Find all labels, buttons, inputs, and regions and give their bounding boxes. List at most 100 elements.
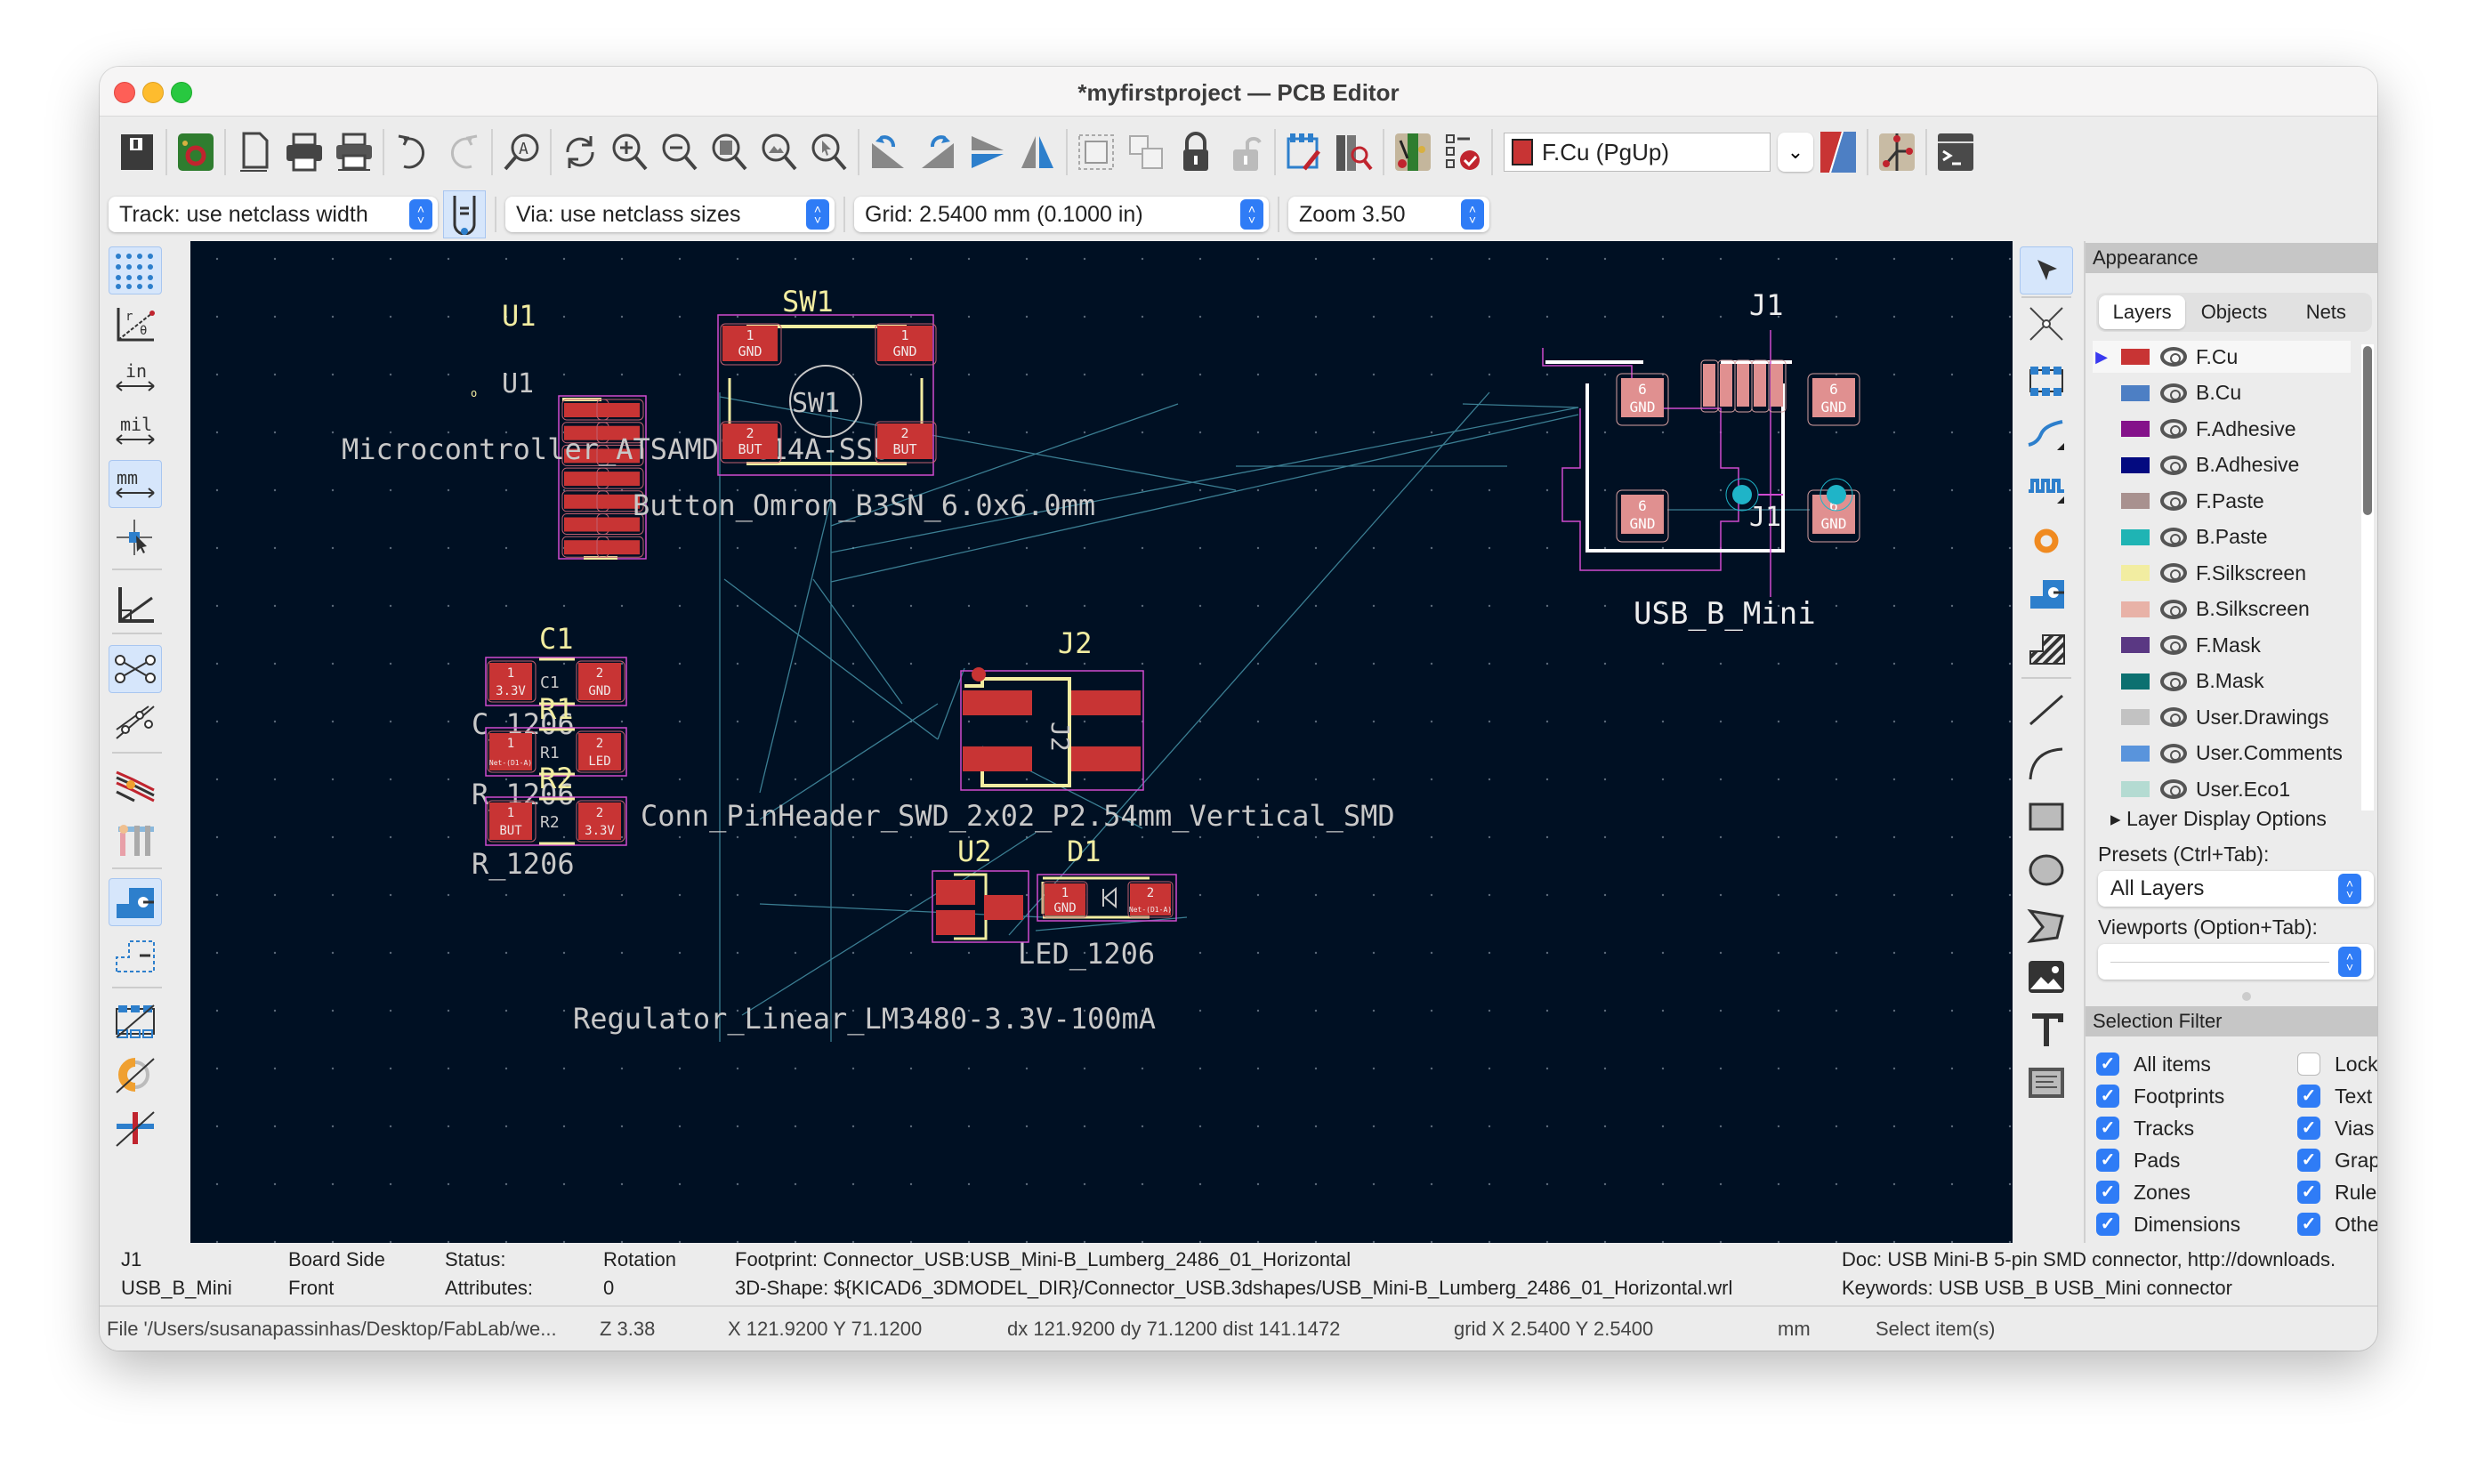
layer-row[interactable]: User.Drawings (2093, 701, 2351, 733)
filter-rule-areas[interactable]: ✓ Rule Areas (2297, 1179, 2377, 1206)
draw-arc-icon[interactable] (2020, 739, 2073, 787)
cursor-crosshair-icon[interactable] (109, 513, 162, 561)
lock-icon[interactable] (1171, 125, 1221, 179)
scripting-icon[interactable] (1872, 125, 1922, 179)
layer-row[interactable]: B.Cu (2093, 377, 2351, 409)
unlock-icon[interactable] (1221, 125, 1271, 179)
splitter-handle[interactable] (2242, 992, 2251, 1001)
layer-pair-icon[interactable] (1813, 125, 1863, 179)
zoom-out-icon[interactable] (655, 125, 705, 179)
eye-icon[interactable] (2160, 419, 2187, 439)
redo-icon[interactable] (438, 125, 488, 179)
grid-toggle-icon[interactable] (109, 246, 162, 294)
layer-color-swatch[interactable] (2121, 528, 2150, 545)
print-icon[interactable] (279, 125, 329, 179)
add-image-icon[interactable] (2020, 953, 2073, 1001)
filter-graphics[interactable]: ✓ Graphics (2297, 1147, 2377, 1173)
layer-color-swatch[interactable] (2121, 493, 2150, 509)
vias-display-icon[interactable] (109, 814, 162, 862)
zoom-in-icon[interactable] (605, 125, 655, 179)
footprint-editor-icon[interactable] (1279, 125, 1329, 179)
add-textbox-icon[interactable] (2020, 1060, 2073, 1108)
layer-row[interactable]: F.Silkscreen (2093, 557, 2351, 589)
layer-row[interactable]: B.Silkscreen (2093, 593, 2351, 625)
layer-row[interactable]: F.Mask (2093, 629, 2351, 661)
find-icon[interactable]: A (496, 125, 546, 179)
checkbox[interactable]: ✓ (2297, 1053, 2320, 1076)
group-icon[interactable] (1071, 125, 1121, 179)
page-settings-icon[interactable] (230, 125, 279, 179)
layer-color-swatch[interactable] (2121, 745, 2150, 762)
zoom-fit-objects-icon[interactable] (754, 125, 804, 179)
board-setup-icon[interactable] (171, 125, 221, 179)
eye-icon[interactable] (2160, 671, 2187, 691)
viewports-select[interactable]: ˄ ˅ (2098, 944, 2374, 980)
select-icon[interactable] (2020, 246, 2073, 294)
filter-dimensions[interactable]: ✓ Dimensions (2096, 1211, 2240, 1238)
zoom-select[interactable]: Zoom 3.50 ˄ ˅ (1288, 197, 1489, 232)
update-pcb-icon[interactable] (1388, 125, 1438, 179)
eye-icon[interactable] (2160, 599, 2187, 619)
ratsnest-icon[interactable] (109, 645, 162, 693)
layer-color-swatch[interactable] (2121, 384, 2150, 401)
footprint-outline-icon[interactable] (109, 997, 162, 1045)
checkbox[interactable]: ✓ (2297, 1149, 2320, 1172)
save-icon[interactable] (112, 125, 162, 179)
add-zone-icon[interactable] (2020, 569, 2073, 617)
checkbox[interactable]: ✓ (2096, 1149, 2119, 1172)
local-ratsnest-icon[interactable] (2020, 300, 2073, 348)
polar-coords-icon[interactable]: rθ (109, 300, 162, 348)
filter-pads[interactable]: ✓ Pads (2096, 1147, 2180, 1173)
layer-row[interactable]: B.Adhesive (2093, 449, 2351, 481)
rotate-ccw-icon[interactable] (863, 125, 913, 179)
active-layer-select[interactable]: F.Cu (PgUp) (1504, 133, 1771, 172)
eye-icon[interactable] (2160, 563, 2187, 583)
grid-select[interactable]: Grid: 2.5400 mm (0.1000 in) ˄ ˅ (854, 197, 1269, 232)
pad[interactable] (1720, 364, 1732, 407)
tracks-display-icon[interactable] (109, 761, 162, 809)
layer-color-swatch[interactable] (2121, 565, 2150, 581)
layer-color-swatch[interactable] (2121, 456, 2150, 473)
checkbox[interactable]: ✓ (2096, 1181, 2119, 1204)
filter-footprints[interactable]: ✓ Footprints (2096, 1083, 2224, 1109)
layer-color-swatch[interactable] (2121, 601, 2150, 617)
checkbox[interactable]: ✓ (2096, 1085, 2119, 1108)
eye-icon[interactable] (2160, 779, 2187, 799)
units-inch-icon[interactable]: in (109, 353, 162, 401)
tab-objects[interactable]: Objects (2191, 295, 2277, 329)
undo-icon[interactable] (388, 125, 438, 179)
layer-row[interactable]: F.Adhesive (2093, 413, 2351, 445)
eye-icon[interactable] (2160, 347, 2187, 367)
plot-icon[interactable] (329, 125, 379, 179)
angle-constraint-icon[interactable] (109, 579, 162, 627)
units-mil-icon[interactable]: mil (109, 407, 162, 455)
layer-color-swatch[interactable] (2121, 781, 2150, 797)
tab-layers[interactable]: Layers (2099, 295, 2186, 329)
flip-icon[interactable] (963, 125, 1013, 179)
eye-icon[interactable] (2160, 743, 2187, 763)
mirror-icon[interactable] (1013, 125, 1062, 179)
eye-icon[interactable] (2160, 455, 2187, 475)
add-via-icon[interactable] (2020, 517, 2073, 565)
curved-ratsnest-icon[interactable] (109, 698, 162, 746)
pcb-canvas[interactable]: U1 o U1 Microcontroller_ATSAMD11C14A-SSU… (190, 241, 2013, 1243)
tune-length-icon[interactable] (2020, 464, 2073, 512)
footprint-browser-icon[interactable] (1329, 125, 1379, 179)
chevron-down-icon[interactable]: ⌄ (1778, 133, 1813, 172)
drc-icon[interactable] (1438, 125, 1488, 179)
pad[interactable] (1754, 364, 1766, 407)
python-console-icon[interactable] (1931, 125, 1981, 179)
checkbox[interactable]: ✓ (2096, 1213, 2119, 1236)
via-outline-icon[interactable] (109, 1051, 162, 1099)
eye-icon[interactable] (2160, 635, 2187, 655)
layer-row[interactable]: ▶ F.Cu (2093, 341, 2351, 373)
layer-color-swatch[interactable] (2121, 637, 2150, 653)
eye-icon[interactable] (2160, 383, 2187, 403)
layer-color-swatch[interactable] (2121, 673, 2150, 690)
pad[interactable] (601, 403, 640, 417)
checkbox[interactable]: ✓ (2096, 1117, 2119, 1140)
filter-tracks[interactable]: ✓ Tracks (2096, 1115, 2194, 1141)
draw-line-icon[interactable] (2020, 686, 2073, 734)
filter-vias[interactable]: ✓ Vias (2297, 1115, 2374, 1141)
pads-outline-icon[interactable] (109, 932, 162, 980)
